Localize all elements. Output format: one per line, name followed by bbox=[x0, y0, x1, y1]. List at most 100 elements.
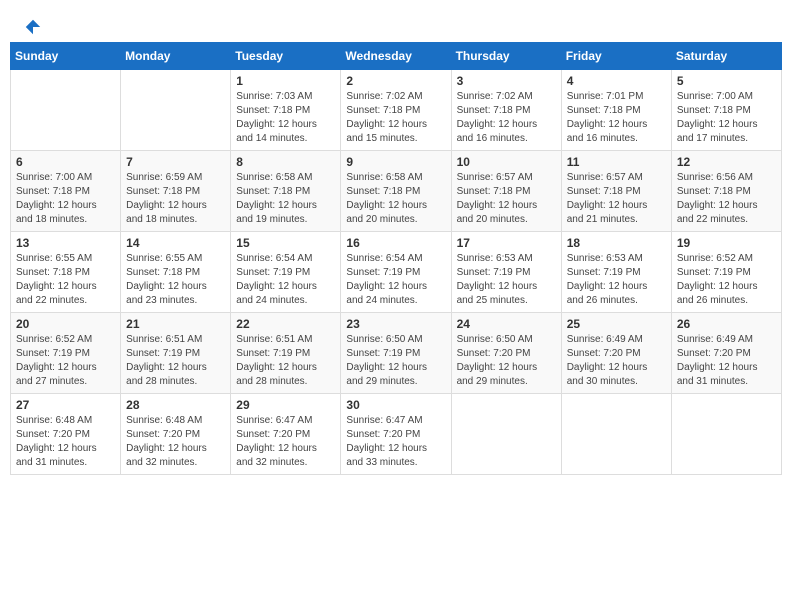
calendar-cell: 24 Sunrise: 6:50 AM Sunset: 7:20 PM Dayli… bbox=[451, 313, 561, 394]
day-info: Sunrise: 7:03 AM Sunset: 7:18 PM Dayligh… bbox=[236, 90, 335, 146]
day-info: Sunrise: 6:49 AM Sunset: 7:20 PM Dayligh… bbox=[677, 333, 776, 389]
calendar-week-row: 6 Sunrise: 7:00 AM Sunset: 7:18 PM Daylig… bbox=[11, 151, 782, 232]
day-number: 20 bbox=[16, 317, 115, 331]
day-info: Sunrise: 6:49 AM Sunset: 7:20 PM Dayligh… bbox=[567, 333, 666, 389]
calendar-cell: 18Sunrise: 6:53 AM Sunset: 7:19 PM Dayli… bbox=[561, 232, 671, 313]
calendar-cell: 20 Sunrise: 6:52 AM Sunset: 7:19 PM Dayli… bbox=[11, 313, 121, 394]
calendar-cell: 26 Sunrise: 6:49 AM Sunset: 7:20 PM Dayli… bbox=[671, 313, 781, 394]
calendar-cell: 3Sunrise: 7:02 AM Sunset: 7:18 PM Daylig… bbox=[451, 70, 561, 151]
calendar-cell: 5 Sunrise: 7:00 AM Sunset: 7:18 PM Daylig… bbox=[671, 70, 781, 151]
day-info: Sunrise: 6:56 AM Sunset: 7:18 PM Dayligh… bbox=[677, 171, 776, 227]
day-info: Sunrise: 6:54 AM Sunset: 7:19 PM Dayligh… bbox=[236, 252, 335, 308]
weekday-header: Saturday bbox=[671, 43, 781, 70]
calendar-cell: 21 Sunrise: 6:51 AM Sunset: 7:19 PM Dayli… bbox=[121, 313, 231, 394]
day-info: Sunrise: 6:48 AM Sunset: 7:20 PM Dayligh… bbox=[16, 414, 115, 470]
day-number: 7 bbox=[126, 155, 225, 169]
day-number: 26 bbox=[677, 317, 776, 331]
day-info: Sunrise: 6:51 AM Sunset: 7:19 PM Dayligh… bbox=[236, 333, 335, 389]
calendar-cell: 29 Sunrise: 6:47 AM Sunset: 7:20 PM Dayli… bbox=[231, 394, 341, 475]
day-number: 15 bbox=[236, 236, 335, 250]
weekday-header: Monday bbox=[121, 43, 231, 70]
day-number: 22 bbox=[236, 317, 335, 331]
day-number: 19 bbox=[677, 236, 776, 250]
calendar-cell: 9 Sunrise: 6:58 AM Sunset: 7:18 PM Daylig… bbox=[341, 151, 451, 232]
day-info: Sunrise: 6:50 AM Sunset: 7:20 PM Dayligh… bbox=[457, 333, 556, 389]
calendar-cell: 14 Sunrise: 6:55 AM Sunset: 7:18 PM Dayli… bbox=[121, 232, 231, 313]
weekday-header: Wednesday bbox=[341, 43, 451, 70]
day-number: 11 bbox=[567, 155, 666, 169]
calendar-cell bbox=[561, 394, 671, 475]
day-number: 13 bbox=[16, 236, 115, 250]
calendar-cell: 13 Sunrise: 6:55 AM Sunset: 7:18 PM Dayli… bbox=[11, 232, 121, 313]
calendar-cell: 7 Sunrise: 6:59 AM Sunset: 7:18 PM Daylig… bbox=[121, 151, 231, 232]
day-info: Sunrise: 6:51 AM Sunset: 7:19 PM Dayligh… bbox=[126, 333, 225, 389]
day-info: Sunrise: 6:53 AM Sunset: 7:19 PM Dayligh… bbox=[457, 252, 556, 308]
calendar-cell: 30 Sunrise: 6:47 AM Sunset: 7:20 PM Dayli… bbox=[341, 394, 451, 475]
calendar-cell: 16Sunrise: 6:54 AM Sunset: 7:19 PM Dayli… bbox=[341, 232, 451, 313]
day-number: 28 bbox=[126, 398, 225, 412]
calendar-table: SundayMondayTuesdayWednesdayThursdayFrid… bbox=[10, 42, 782, 475]
day-number: 9 bbox=[346, 155, 445, 169]
calendar-week-row: 13 Sunrise: 6:55 AM Sunset: 7:18 PM Dayli… bbox=[11, 232, 782, 313]
calendar-cell bbox=[11, 70, 121, 151]
day-info: Sunrise: 6:50 AM Sunset: 7:19 PM Dayligh… bbox=[346, 333, 445, 389]
day-info: Sunrise: 6:48 AM Sunset: 7:20 PM Dayligh… bbox=[126, 414, 225, 470]
calendar-cell bbox=[451, 394, 561, 475]
weekday-row: SundayMondayTuesdayWednesdayThursdayFrid… bbox=[11, 43, 782, 70]
day-info: Sunrise: 6:52 AM Sunset: 7:19 PM Dayligh… bbox=[16, 333, 115, 389]
day-info: Sunrise: 7:00 AM Sunset: 7:18 PM Dayligh… bbox=[16, 171, 115, 227]
day-info: Sunrise: 7:01 PM Sunset: 7:18 PM Dayligh… bbox=[567, 90, 666, 146]
day-number: 4 bbox=[567, 74, 666, 88]
weekday-header: Tuesday bbox=[231, 43, 341, 70]
weekday-header: Friday bbox=[561, 43, 671, 70]
calendar-cell: 28 Sunrise: 6:48 AM Sunset: 7:20 PM Dayli… bbox=[121, 394, 231, 475]
calendar-cell: 6 Sunrise: 7:00 AM Sunset: 7:18 PM Daylig… bbox=[11, 151, 121, 232]
weekday-header: Sunday bbox=[11, 43, 121, 70]
day-info: Sunrise: 6:59 AM Sunset: 7:18 PM Dayligh… bbox=[126, 171, 225, 227]
calendar-cell: 4 Sunrise: 7:01 PM Sunset: 7:18 PM Daylig… bbox=[561, 70, 671, 151]
calendar-week-row: 1Sunrise: 7:03 AM Sunset: 7:18 PM Daylig… bbox=[11, 70, 782, 151]
logo-icon bbox=[24, 18, 42, 36]
day-info: Sunrise: 6:58 AM Sunset: 7:18 PM Dayligh… bbox=[236, 171, 335, 227]
calendar-cell: 17 Sunrise: 6:53 AM Sunset: 7:19 PM Dayli… bbox=[451, 232, 561, 313]
day-number: 16 bbox=[346, 236, 445, 250]
day-info: Sunrise: 6:47 AM Sunset: 7:20 PM Dayligh… bbox=[346, 414, 445, 470]
calendar-cell bbox=[671, 394, 781, 475]
calendar-cell: 11Sunrise: 6:57 AM Sunset: 7:18 PM Dayli… bbox=[561, 151, 671, 232]
day-info: Sunrise: 6:55 AM Sunset: 7:18 PM Dayligh… bbox=[126, 252, 225, 308]
day-number: 14 bbox=[126, 236, 225, 250]
calendar-cell: 2Sunrise: 7:02 AM Sunset: 7:18 PM Daylig… bbox=[341, 70, 451, 151]
day-number: 29 bbox=[236, 398, 335, 412]
day-number: 3 bbox=[457, 74, 556, 88]
day-info: Sunrise: 7:00 AM Sunset: 7:18 PM Dayligh… bbox=[677, 90, 776, 146]
calendar-cell bbox=[121, 70, 231, 151]
day-number: 30 bbox=[346, 398, 445, 412]
calendar-cell: 27 Sunrise: 6:48 AM Sunset: 7:20 PM Dayli… bbox=[11, 394, 121, 475]
day-info: Sunrise: 6:58 AM Sunset: 7:18 PM Dayligh… bbox=[346, 171, 445, 227]
page-header bbox=[10, 10, 782, 36]
calendar-week-row: 27 Sunrise: 6:48 AM Sunset: 7:20 PM Dayli… bbox=[11, 394, 782, 475]
day-number: 27 bbox=[16, 398, 115, 412]
day-info: Sunrise: 7:02 AM Sunset: 7:18 PM Dayligh… bbox=[346, 90, 445, 146]
calendar-cell: 19 Sunrise: 6:52 AM Sunset: 7:19 PM Dayli… bbox=[671, 232, 781, 313]
day-number: 24 bbox=[457, 317, 556, 331]
day-number: 25 bbox=[567, 317, 666, 331]
calendar-cell: 10Sunrise: 6:57 AM Sunset: 7:18 PM Dayli… bbox=[451, 151, 561, 232]
day-number: 5 bbox=[677, 74, 776, 88]
day-number: 6 bbox=[16, 155, 115, 169]
calendar-week-row: 20 Sunrise: 6:52 AM Sunset: 7:19 PM Dayli… bbox=[11, 313, 782, 394]
day-number: 18 bbox=[567, 236, 666, 250]
logo bbox=[20, 18, 42, 32]
calendar-cell: 25 Sunrise: 6:49 AM Sunset: 7:20 PM Dayli… bbox=[561, 313, 671, 394]
calendar-cell: 8 Sunrise: 6:58 AM Sunset: 7:18 PM Daylig… bbox=[231, 151, 341, 232]
day-number: 17 bbox=[457, 236, 556, 250]
day-number: 21 bbox=[126, 317, 225, 331]
weekday-header: Thursday bbox=[451, 43, 561, 70]
day-info: Sunrise: 6:47 AM Sunset: 7:20 PM Dayligh… bbox=[236, 414, 335, 470]
day-info: Sunrise: 6:52 AM Sunset: 7:19 PM Dayligh… bbox=[677, 252, 776, 308]
day-number: 23 bbox=[346, 317, 445, 331]
day-number: 8 bbox=[236, 155, 335, 169]
calendar-cell: 1Sunrise: 7:03 AM Sunset: 7:18 PM Daylig… bbox=[231, 70, 341, 151]
calendar-cell: 23 Sunrise: 6:50 AM Sunset: 7:19 PM Dayli… bbox=[341, 313, 451, 394]
day-info: Sunrise: 6:55 AM Sunset: 7:18 PM Dayligh… bbox=[16, 252, 115, 308]
